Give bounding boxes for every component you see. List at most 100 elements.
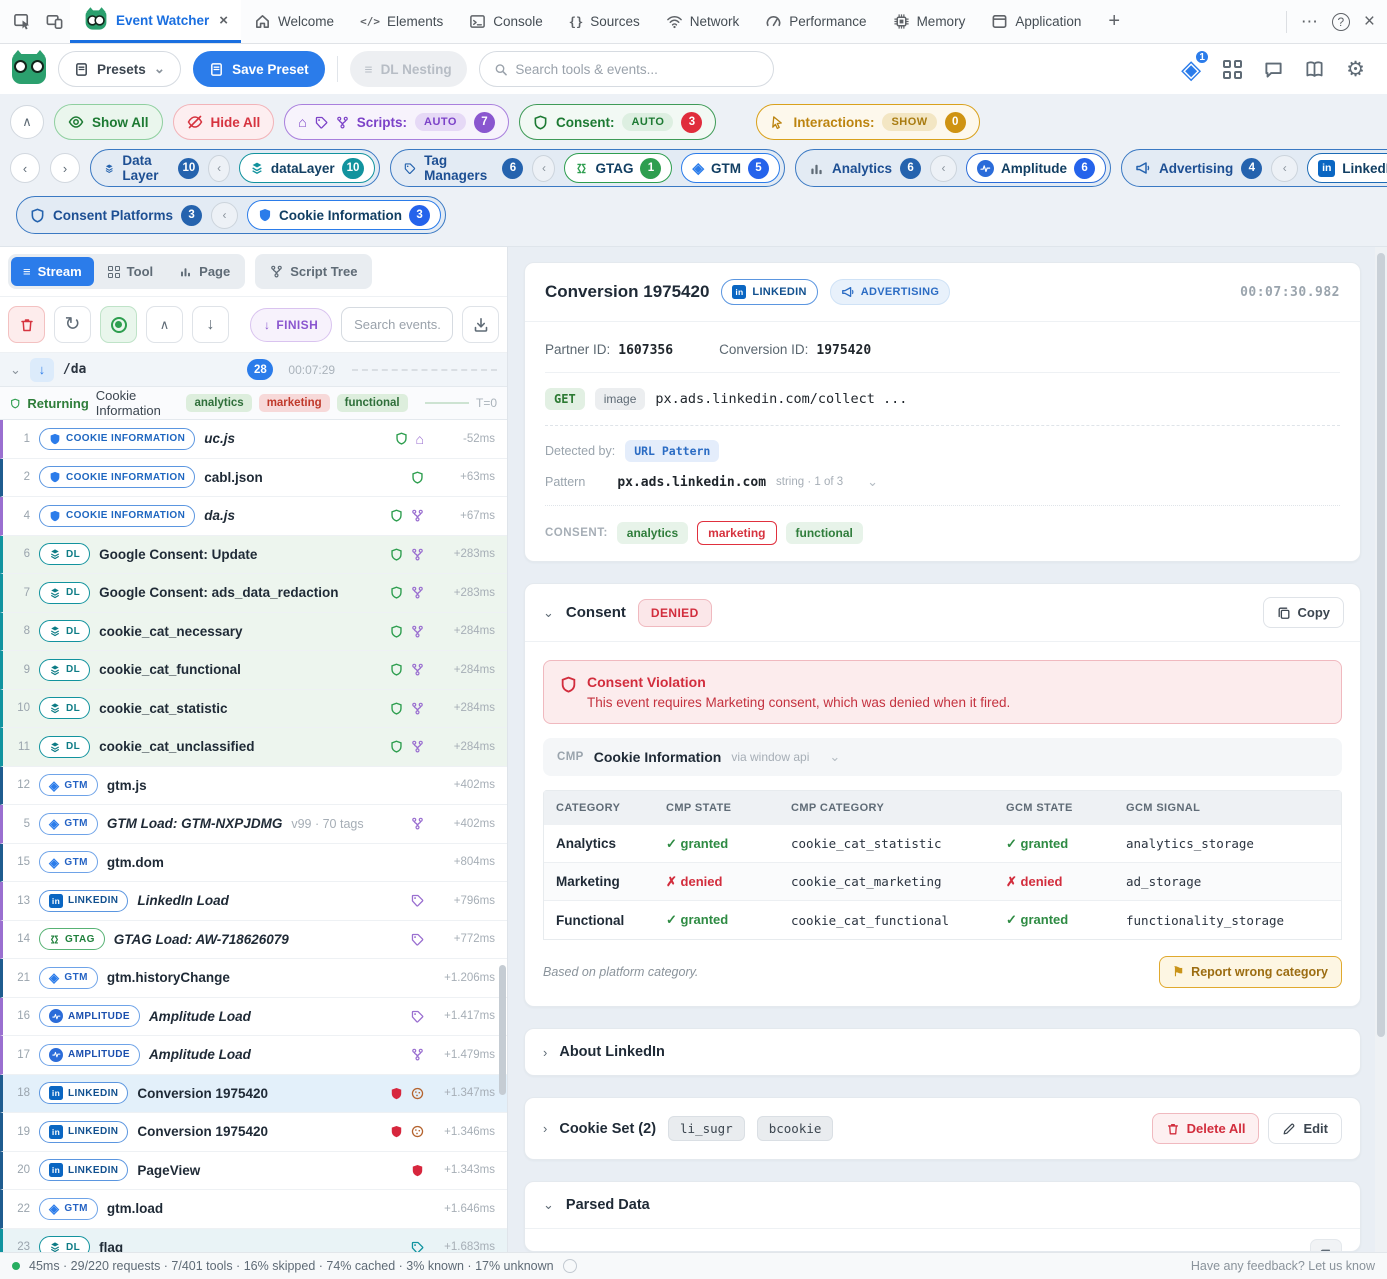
event-row[interactable]: 8 DL cookie_cat_necessary +284ms: [0, 613, 507, 652]
event-row[interactable]: 13 inLINKEDIN LinkedIn Load +796ms: [0, 882, 507, 921]
presets-button[interactable]: Presets ⌄: [58, 51, 181, 87]
clear-events-button[interactable]: [8, 306, 45, 343]
docs-book-icon[interactable]: [1305, 60, 1324, 79]
data-layer-filter[interactable]: Data Layer 10: [104, 153, 199, 183]
chevron-down-icon[interactable]: ⌄: [543, 1197, 554, 1213]
chip-cookie-information[interactable]: Cookie Information 3: [247, 200, 441, 230]
help-icon[interactable]: ?: [1332, 13, 1350, 31]
copy-parsed-button[interactable]: [1310, 1239, 1342, 1251]
tab-elements[interactable]: </>Elements: [347, 0, 456, 43]
new-tab-button[interactable]: +: [1094, 0, 1134, 43]
tab-script-tree[interactable]: Script Tree: [258, 257, 369, 286]
apps-grid-icon[interactable]: [1223, 60, 1242, 79]
event-row[interactable]: 9 DL cookie_cat_functional +284ms: [0, 651, 507, 690]
interactions-filter[interactable]: Interactions: SHOW 0: [756, 104, 979, 140]
chip-gtm[interactable]: ◈ GTM 5: [681, 153, 780, 183]
show-all-button[interactable]: Show All: [54, 104, 163, 140]
chevron-down-icon[interactable]: ⌄: [867, 474, 878, 490]
collapse-filters-button[interactable]: ∧: [10, 105, 44, 139]
close-tab-icon[interactable]: ×: [219, 12, 228, 29]
request-url[interactable]: px.ads.linkedin.com/collect ...: [655, 391, 907, 407]
chip-gtag[interactable]: GTAG 1: [564, 153, 672, 183]
event-row[interactable]: 14 GTAG GTAG Load: AW-718626079 +772ms: [0, 921, 507, 960]
event-row[interactable]: 15 ◈GTM gtm.dom +804ms: [0, 844, 507, 883]
event-row[interactable]: 7 DL Google Consent: ads_data_redaction …: [0, 574, 507, 613]
chevron-down-icon[interactable]: ⌄: [829, 749, 840, 765]
chevron-right-icon[interactable]: ›: [543, 1045, 547, 1060]
analytics-filter[interactable]: Analytics 6: [809, 158, 921, 179]
cmp-row[interactable]: CMP Cookie Information via window api ⌄: [543, 738, 1342, 776]
events-search[interactable]: [341, 307, 453, 342]
group-collapse-button[interactable]: ‹: [211, 202, 238, 229]
copy-button[interactable]: Copy: [1263, 597, 1345, 628]
scroll-left-button[interactable]: ‹: [10, 153, 40, 183]
event-row[interactable]: 2 COOKIE INFORMATION cabl.json +63ms: [0, 459, 507, 498]
event-row[interactable]: 1 COOKIE INFORMATION uc.js ⌂ -52ms: [0, 420, 507, 459]
tab-network[interactable]: Network: [653, 0, 753, 43]
cookie-badge[interactable]: bcookie: [757, 1116, 834, 1141]
cookie-badge[interactable]: li_sugr: [668, 1116, 745, 1141]
consent-platforms-filter[interactable]: Consent Platforms 3: [30, 205, 202, 226]
advertising-filter[interactable]: Advertising 4: [1135, 158, 1262, 179]
tab-console[interactable]: Console: [456, 0, 556, 43]
stream-scrollbar[interactable]: [499, 965, 506, 1095]
scroll-up-button[interactable]: ∧: [146, 306, 183, 343]
page-group-header[interactable]: ⌄ ↓ /da 28 00:07:29: [0, 353, 507, 387]
consent-filter[interactable]: Consent: AUTO 3: [519, 104, 716, 140]
inspect-element-icon[interactable]: [6, 0, 38, 43]
event-row[interactable]: 19 inLINKEDIN Conversion 1975420 +1.346m…: [0, 1113, 507, 1152]
event-row[interactable]: 23 DL flag +1.683ms: [0, 1229, 507, 1253]
feedback-chat-icon[interactable]: [1264, 60, 1283, 79]
event-row[interactable]: 20 inLINKEDIN PageView +1.343ms: [0, 1152, 507, 1191]
tab-performance[interactable]: Performance: [752, 0, 879, 43]
chip-datalayer[interactable]: dataLayer 10: [239, 153, 376, 183]
event-row-selected[interactable]: 18 inLINKEDIN Conversion 1975420 +1.347m…: [0, 1075, 507, 1114]
chevron-right-icon[interactable]: ›: [543, 1121, 547, 1136]
export-button[interactable]: [462, 306, 499, 343]
event-row[interactable]: 11 DL cookie_cat_unclassified +284ms: [0, 728, 507, 767]
group-collapse-button[interactable]: ‹: [532, 155, 555, 182]
tab-tool[interactable]: Tool: [96, 257, 165, 286]
event-row[interactable]: 17 AMPLITUDE Amplitude Load +1.479ms: [0, 1036, 507, 1075]
tab-application[interactable]: Application: [978, 0, 1094, 43]
feedback-link[interactable]: Have any feedback? Let us know: [1191, 1259, 1375, 1273]
record-button[interactable]: [100, 306, 137, 343]
device-toolbar-icon[interactable]: [38, 0, 70, 43]
tools-search[interactable]: [479, 51, 774, 87]
event-row[interactable]: 4 COOKIE INFORMATION da.js +67ms: [0, 497, 507, 536]
refresh-button[interactable]: ↻: [54, 306, 91, 343]
group-collapse-button[interactable]: ‹: [1271, 155, 1298, 182]
event-row[interactable]: 16 AMPLITUDE Amplitude Load +1.417ms: [0, 998, 507, 1037]
save-preset-button[interactable]: Save Preset: [193, 51, 325, 87]
event-row[interactable]: 10 DL cookie_cat_statistic +284ms: [0, 690, 507, 729]
scroll-right-button[interactable]: ›: [50, 153, 80, 183]
hide-all-button[interactable]: Hide All: [173, 104, 275, 140]
events-search-input[interactable]: [354, 317, 440, 332]
tab-sources[interactable]: {}Sources: [556, 0, 653, 43]
close-devtools-icon[interactable]: ×: [1364, 11, 1375, 33]
event-row[interactable]: 5 ◈GTM GTM Load: GTM-NXPJDMG v99 · 70 ta…: [0, 805, 507, 844]
window-scrollbar-thumb[interactable]: [1377, 253, 1385, 1037]
tab-stream[interactable]: ≡Stream: [11, 257, 94, 286]
scroll-down-button[interactable]: ↓: [192, 306, 229, 343]
tab-welcome[interactable]: Welcome: [241, 0, 347, 43]
event-row[interactable]: 12 ◈GTM gtm.js +402ms: [0, 767, 507, 806]
tab-event-watcher[interactable]: Event Watcher ×: [70, 0, 241, 43]
group-collapse-button[interactable]: ‹: [208, 155, 229, 182]
event-row[interactable]: 6 DL Google Consent: Update +283ms: [0, 536, 507, 575]
delete-all-button[interactable]: Delete All: [1152, 1113, 1260, 1144]
event-row[interactable]: 22 ◈GTM gtm.load +1.646ms: [0, 1190, 507, 1229]
settings-gear-icon[interactable]: ⚙: [1346, 59, 1365, 80]
tab-memory[interactable]: Memory: [880, 0, 979, 43]
group-collapse-button[interactable]: ‹: [930, 155, 957, 182]
tag-managers-filter[interactable]: Tag Managers 6: [404, 153, 523, 183]
edit-button[interactable]: Edit: [1268, 1113, 1342, 1144]
more-menu-icon[interactable]: ⋯: [1301, 12, 1318, 32]
finish-button[interactable]: ↓ FINISH: [250, 308, 332, 342]
search-input[interactable]: [515, 62, 758, 77]
extension-gtm-icon[interactable]: ◈ 1: [1181, 56, 1201, 82]
chevron-down-icon[interactable]: ⌄: [543, 605, 554, 621]
scripts-filter[interactable]: ⌂ Scripts: AUTO 7: [284, 104, 509, 140]
window-scrollbar-track[interactable]: [1375, 247, 1387, 1252]
tab-page[interactable]: Page: [167, 257, 242, 286]
